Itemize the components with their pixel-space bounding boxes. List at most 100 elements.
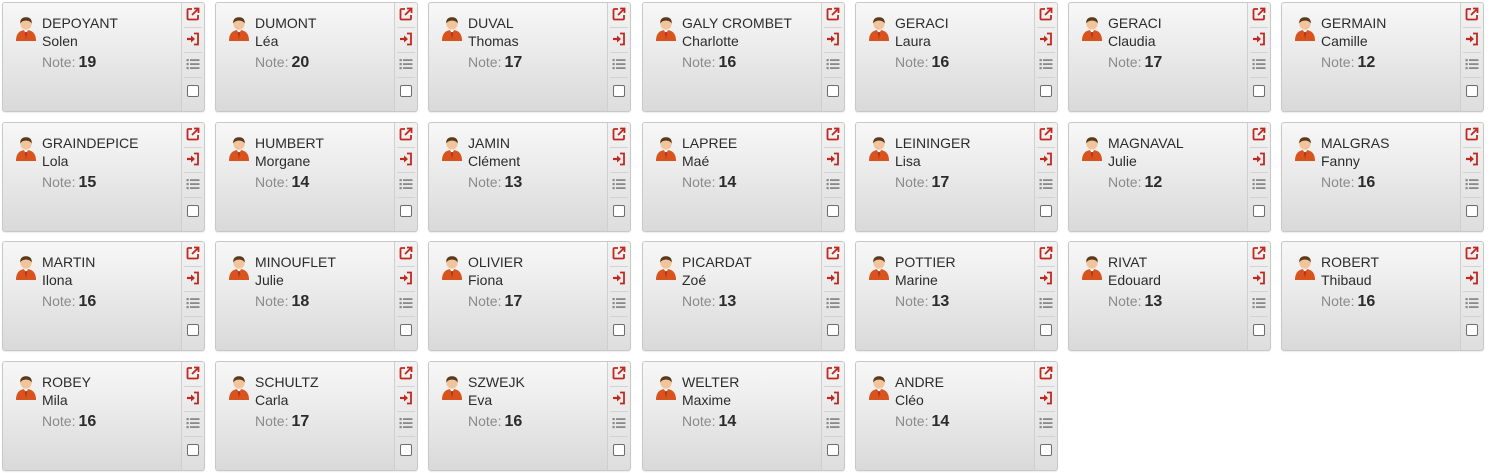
student-card[interactable]: WELTER Maxime Note: 14	[642, 361, 845, 471]
list-icon[interactable]	[610, 175, 628, 193]
select-checkbox[interactable]	[397, 82, 415, 100]
select-checkbox[interactable]	[610, 321, 628, 339]
list-icon[interactable]	[1037, 175, 1055, 193]
student-card[interactable]: JAMIN Clément Note: 13	[428, 122, 631, 232]
student-card[interactable]: DUMONT Léa Note: 20	[215, 2, 418, 112]
student-card[interactable]: HUMBERT Morgane Note: 14	[215, 122, 418, 232]
sign-in-icon[interactable]	[1463, 269, 1481, 287]
student-card[interactable]: PICARDAT Zoé Note: 13	[642, 241, 845, 351]
list-icon[interactable]	[824, 414, 842, 432]
sign-in-icon[interactable]	[1037, 30, 1055, 48]
list-icon[interactable]	[184, 414, 202, 432]
list-icon[interactable]	[610, 55, 628, 73]
external-link-icon[interactable]	[1037, 5, 1055, 23]
student-card[interactable]: GERMAIN Camille Note: 12	[1281, 2, 1484, 112]
external-link-icon[interactable]	[1250, 244, 1268, 262]
select-checkbox[interactable]	[1250, 321, 1268, 339]
sign-in-icon[interactable]	[1037, 269, 1055, 287]
select-checkbox[interactable]	[824, 321, 842, 339]
select-checkbox[interactable]	[184, 321, 202, 339]
list-icon[interactable]	[824, 55, 842, 73]
external-link-icon[interactable]	[1037, 244, 1055, 262]
sign-in-icon[interactable]	[824, 150, 842, 168]
external-link-icon[interactable]	[1463, 125, 1481, 143]
sign-in-icon[interactable]	[184, 389, 202, 407]
external-link-icon[interactable]	[610, 244, 628, 262]
student-card[interactable]: ANDRE Cléo Note: 14	[855, 361, 1058, 471]
sign-in-icon[interactable]	[397, 30, 415, 48]
list-icon[interactable]	[1037, 55, 1055, 73]
external-link-icon[interactable]	[610, 364, 628, 382]
list-icon[interactable]	[1463, 175, 1481, 193]
external-link-icon[interactable]	[824, 125, 842, 143]
sign-in-icon[interactable]	[824, 269, 842, 287]
external-link-icon[interactable]	[610, 125, 628, 143]
external-link-icon[interactable]	[397, 244, 415, 262]
student-card[interactable]: MINOUFLET Julie Note: 18	[215, 241, 418, 351]
select-checkbox[interactable]	[824, 82, 842, 100]
sign-in-icon[interactable]	[610, 269, 628, 287]
student-card[interactable]: GERACI Laura Note: 16	[855, 2, 1058, 112]
sign-in-icon[interactable]	[1463, 150, 1481, 168]
list-icon[interactable]	[824, 294, 842, 312]
select-checkbox[interactable]	[1037, 321, 1055, 339]
select-checkbox[interactable]	[610, 202, 628, 220]
select-checkbox[interactable]	[1250, 82, 1268, 100]
list-icon[interactable]	[1463, 55, 1481, 73]
list-icon[interactable]	[824, 175, 842, 193]
select-checkbox[interactable]	[397, 202, 415, 220]
select-checkbox[interactable]	[184, 202, 202, 220]
student-card[interactable]: OLIVIER Fiona Note: 17	[428, 241, 631, 351]
list-icon[interactable]	[610, 414, 628, 432]
external-link-icon[interactable]	[397, 5, 415, 23]
external-link-icon[interactable]	[824, 5, 842, 23]
select-checkbox[interactable]	[1037, 82, 1055, 100]
student-card[interactable]: GERACI Claudia Note: 17	[1068, 2, 1271, 112]
sign-in-icon[interactable]	[397, 389, 415, 407]
external-link-icon[interactable]	[184, 125, 202, 143]
select-checkbox[interactable]	[184, 441, 202, 459]
external-link-icon[interactable]	[610, 5, 628, 23]
list-icon[interactable]	[1250, 294, 1268, 312]
sign-in-icon[interactable]	[397, 269, 415, 287]
student-card[interactable]: RIVAT Edouard Note: 13	[1068, 241, 1271, 351]
sign-in-icon[interactable]	[824, 389, 842, 407]
student-card[interactable]: DUVAL Thomas Note: 17	[428, 2, 631, 112]
list-icon[interactable]	[397, 175, 415, 193]
sign-in-icon[interactable]	[184, 269, 202, 287]
student-card[interactable]: MARTIN Ilona Note: 16	[2, 241, 205, 351]
sign-in-icon[interactable]	[184, 30, 202, 48]
student-card[interactable]: LEININGER Lisa Note: 17	[855, 122, 1058, 232]
external-link-icon[interactable]	[184, 364, 202, 382]
external-link-icon[interactable]	[824, 244, 842, 262]
select-checkbox[interactable]	[1463, 82, 1481, 100]
list-icon[interactable]	[184, 294, 202, 312]
list-icon[interactable]	[184, 55, 202, 73]
select-checkbox[interactable]	[1037, 441, 1055, 459]
external-link-icon[interactable]	[397, 364, 415, 382]
sign-in-icon[interactable]	[1037, 150, 1055, 168]
list-icon[interactable]	[397, 55, 415, 73]
sign-in-icon[interactable]	[1250, 150, 1268, 168]
external-link-icon[interactable]	[184, 244, 202, 262]
select-checkbox[interactable]	[397, 441, 415, 459]
list-icon[interactable]	[1037, 414, 1055, 432]
student-card[interactable]: SCHULTZ Carla Note: 17	[215, 361, 418, 471]
student-card[interactable]: MAGNAVAL Julie Note: 12	[1068, 122, 1271, 232]
sign-in-icon[interactable]	[1250, 269, 1268, 287]
list-icon[interactable]	[1463, 294, 1481, 312]
external-link-icon[interactable]	[184, 5, 202, 23]
external-link-icon[interactable]	[397, 125, 415, 143]
select-checkbox[interactable]	[1463, 321, 1481, 339]
sign-in-icon[interactable]	[1250, 30, 1268, 48]
student-card[interactable]: GALY CROMBET Charlotte Note: 16	[642, 2, 845, 112]
student-card[interactable]: MALGRAS Fanny Note: 16	[1281, 122, 1484, 232]
student-card[interactable]: LAPREE Maé Note: 14	[642, 122, 845, 232]
external-link-icon[interactable]	[1463, 244, 1481, 262]
select-checkbox[interactable]	[824, 202, 842, 220]
external-link-icon[interactable]	[1463, 5, 1481, 23]
select-checkbox[interactable]	[824, 441, 842, 459]
external-link-icon[interactable]	[1037, 125, 1055, 143]
select-checkbox[interactable]	[397, 321, 415, 339]
sign-in-icon[interactable]	[1037, 389, 1055, 407]
